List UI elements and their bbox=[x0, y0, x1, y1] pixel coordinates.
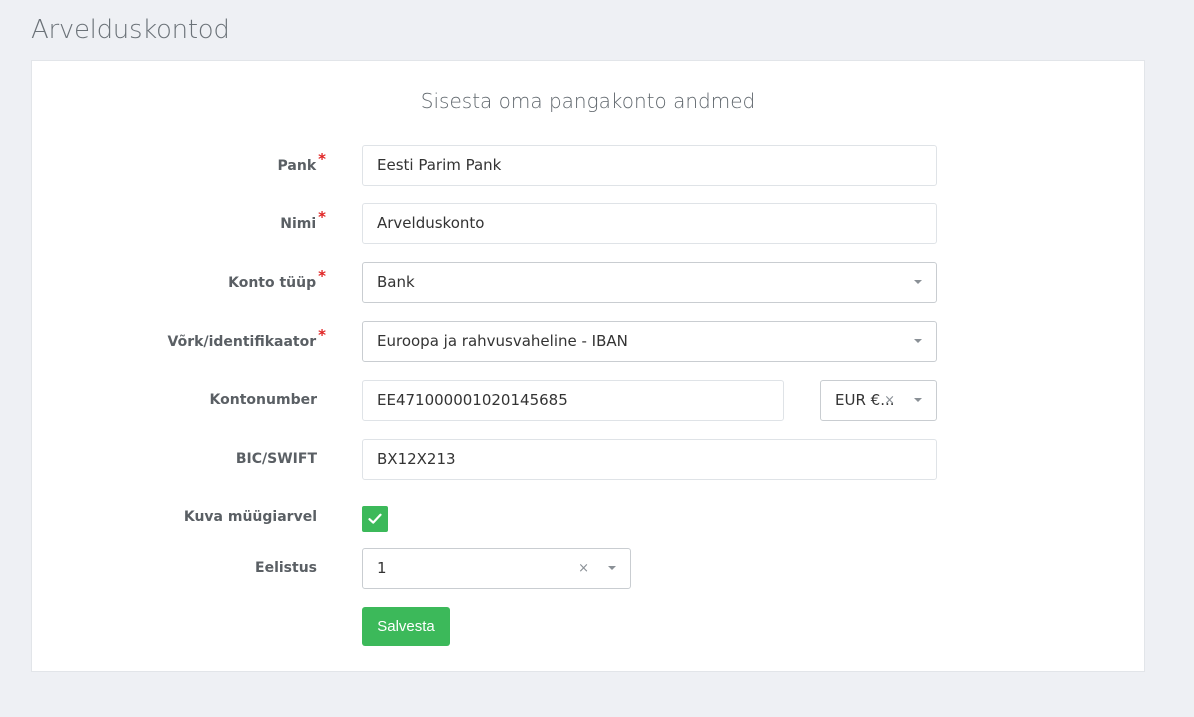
chevron-down-icon bbox=[914, 280, 922, 284]
account-number-label: Kontonumber bbox=[209, 392, 317, 408]
account-type-label: Konto tüüp * bbox=[228, 267, 326, 291]
chevron-down-icon bbox=[914, 398, 922, 402]
required-marker: * bbox=[318, 326, 326, 344]
bic-row: BIC/SWIFT BX12X213 bbox=[32, 439, 1144, 480]
required-marker: * bbox=[318, 208, 326, 226]
network-label: Võrk/identifikaator * bbox=[167, 326, 326, 350]
page-title: Arvelduskontod bbox=[31, 15, 230, 45]
currency-clear-icon[interactable]: × bbox=[884, 381, 895, 420]
form-heading: Sisesta oma pangakonto andmed bbox=[420, 89, 756, 113]
name-input[interactable]: Arvelduskonto bbox=[362, 203, 937, 244]
priority-row: Eelistus 1 × bbox=[32, 548, 1144, 589]
account-type-select[interactable]: Bank bbox=[362, 262, 937, 303]
priority-label: Eelistus bbox=[255, 560, 317, 576]
bic-label: BIC/SWIFT bbox=[235, 451, 317, 467]
name-row: Nimi * Arvelduskonto bbox=[32, 203, 1144, 244]
network-row: Võrk/identifikaator * Euroopa ja rahvusva… bbox=[32, 321, 1144, 362]
name-label: Nimi * bbox=[280, 208, 326, 232]
save-row: Salvesta bbox=[32, 607, 1144, 648]
priority-clear-icon[interactable]: × bbox=[578, 549, 589, 588]
save-button[interactable]: Salvesta bbox=[362, 607, 450, 646]
show-on-invoice-checkbox[interactable] bbox=[362, 506, 388, 532]
account-number-input[interactable]: EE471000001020145685 bbox=[362, 380, 784, 421]
bank-label: Pank * bbox=[277, 150, 326, 174]
chevron-down-icon bbox=[914, 339, 922, 343]
currency-select[interactable]: EUR €... × bbox=[820, 380, 937, 421]
priority-select[interactable]: 1 × bbox=[362, 548, 631, 589]
required-marker: * bbox=[318, 267, 326, 285]
bank-row: Pank * Eesti Parim Pank bbox=[32, 145, 1144, 186]
required-marker: * bbox=[318, 150, 326, 168]
account-number-row: Kontonumber EE471000001020145685 EUR €..… bbox=[32, 380, 1144, 421]
bank-input[interactable]: Eesti Parim Pank bbox=[362, 145, 937, 186]
bank-account-form-card: Sisesta oma pangakonto andmed Pank * Eest… bbox=[31, 60, 1145, 672]
show-on-invoice-row: Kuva müügiarvel bbox=[32, 497, 1144, 538]
show-on-invoice-label: Kuva müügiarvel bbox=[183, 509, 317, 525]
chevron-down-icon bbox=[608, 566, 616, 570]
account-type-row: Konto tüüp * Bank bbox=[32, 262, 1144, 303]
check-icon bbox=[368, 513, 382, 524]
network-select[interactable]: Euroopa ja rahvusvaheline - IBAN bbox=[362, 321, 937, 362]
bic-input[interactable]: BX12X213 bbox=[362, 439, 937, 480]
